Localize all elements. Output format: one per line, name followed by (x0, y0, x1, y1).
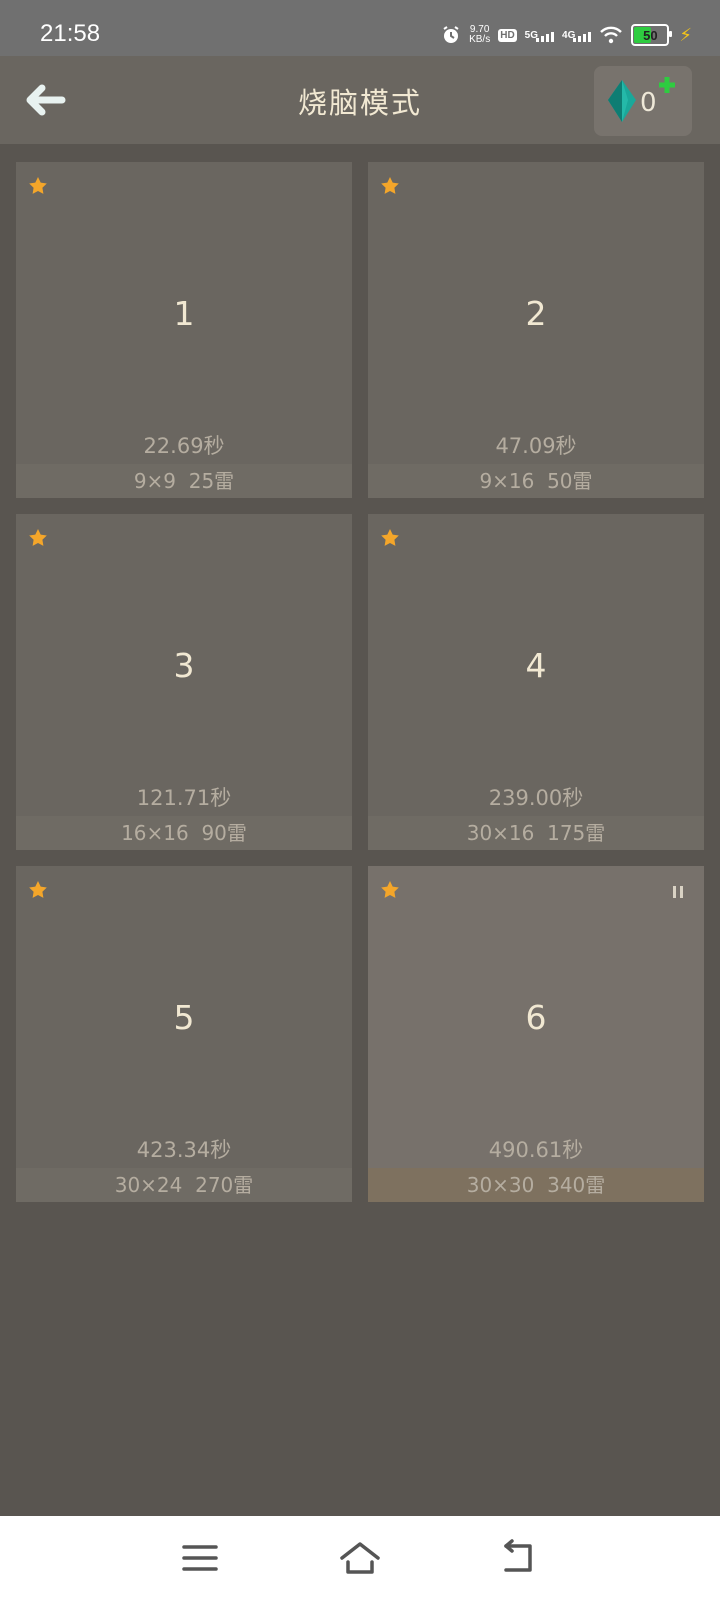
board-info: 9×16 50雷 (368, 464, 704, 498)
level-card-4[interactable]: 4 239.00秒 30×16 175雷 (368, 514, 704, 850)
star-icon (381, 529, 399, 546)
level-card-6[interactable]: 6 490.61秒 30×30 340雷 (368, 866, 704, 1202)
star-icon (29, 177, 47, 194)
level-card-2[interactable]: 2 47.09秒 9×16 50雷 (368, 162, 704, 498)
signal-5g-icon: 5G (525, 30, 555, 42)
gem-balance-button[interactable]: 0 (594, 66, 692, 136)
gem-count: 0 (640, 88, 657, 118)
speed-unit: KB/s (469, 34, 491, 45)
level-card-3[interactable]: 3 121.71秒 16×16 90雷 (16, 514, 352, 850)
best-time: 490.61秒 (488, 1138, 584, 1162)
star-icon (381, 881, 399, 898)
menu-icon (182, 1545, 218, 1571)
back-icon (504, 1539, 532, 1572)
status-time: 21:58 (40, 20, 101, 47)
best-time: 121.71秒 (136, 786, 232, 810)
status-bar: 21:58 9.70 KB/s HD 5G 4G 50 ⚡ (0, 0, 720, 56)
star-icon (29, 881, 47, 898)
wifi-icon (599, 26, 623, 44)
home-icon (340, 1542, 380, 1574)
level-number: 1 (173, 294, 195, 333)
plus-icon (659, 77, 675, 93)
best-time: 22.69秒 (143, 434, 225, 458)
hd-icon: HD (498, 28, 517, 42)
battery-icon: 50 (631, 24, 673, 46)
board-info: 30×16 175雷 (368, 816, 704, 850)
level-number: 5 (173, 998, 195, 1037)
status-icons: 9.70 KB/s HD 5G 4G 50 ⚡ (441, 22, 692, 48)
level-number: 4 (525, 646, 547, 685)
star-icon (381, 177, 399, 194)
level-card-5[interactable]: 5 423.34秒 30×24 270雷 (16, 866, 352, 1202)
board-info: 30×24 270雷 (16, 1168, 352, 1202)
home-button[interactable] (338, 1538, 382, 1578)
charging-icon: ⚡ (679, 24, 692, 46)
menu-button[interactable] (178, 1538, 222, 1578)
system-nav-bar (0, 1516, 720, 1600)
level-card-1[interactable]: 1 22.69秒 9×9 25雷 (16, 162, 352, 498)
level-number: 6 (525, 998, 547, 1037)
top-bar: 烧脑模式 0 (0, 56, 720, 144)
best-time: 47.09秒 (495, 434, 577, 458)
network-speed: 9.70 KB/s (469, 25, 490, 45)
battery-level: 50 (643, 27, 658, 43)
best-time: 423.34秒 (136, 1138, 232, 1162)
level-number: 3 (173, 646, 195, 685)
board-info: 30×30 340雷 (368, 1168, 704, 1202)
signal-4g-icon: 4G (562, 30, 592, 42)
star-icon (29, 529, 47, 546)
level-number: 2 (525, 294, 547, 333)
pause-icon (673, 886, 683, 898)
gem-icon (608, 80, 636, 122)
board-info: 9×9 25雷 (16, 464, 352, 498)
best-time: 239.00秒 (488, 786, 584, 810)
back-nav-button[interactable] (498, 1538, 542, 1578)
board-info: 16×16 90雷 (16, 816, 352, 850)
alarm-icon (441, 25, 461, 45)
